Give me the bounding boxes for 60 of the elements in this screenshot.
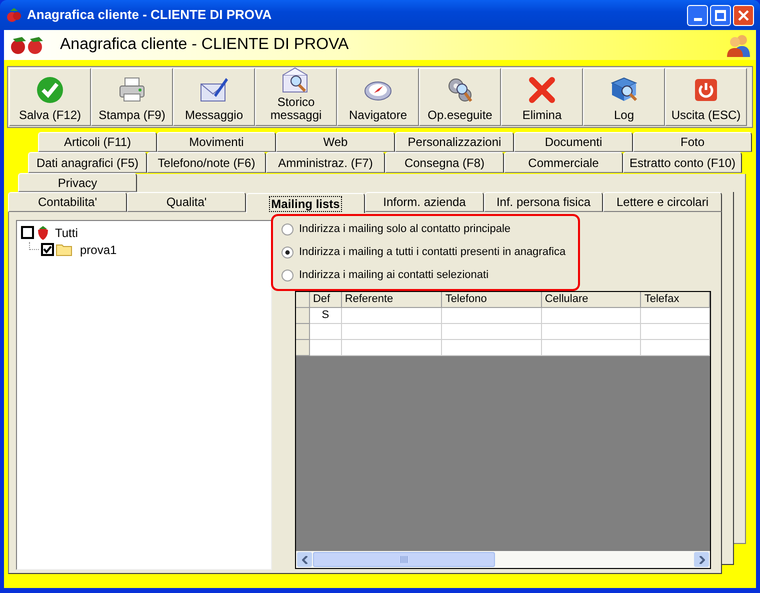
tree-item[interactable]: prova1: [80, 240, 117, 258]
tab[interactable]: Privacy: [18, 173, 137, 192]
toolbar-button[interactable]: Log: [583, 68, 665, 126]
app-icon: [6, 7, 22, 23]
tab[interactable]: Dati anagrafici (F5): [28, 152, 147, 173]
toolbar-button[interactable]: Stampa (F9): [91, 68, 173, 126]
radio-label[interactable]: Indirizza i mailing a tutti i contatti presenti in anagrafica: [299, 244, 566, 261]
toolbar-button[interactable]: Elimina: [501, 68, 583, 126]
tab[interactable]: Amministraz. (F7): [266, 152, 385, 173]
scroll-left-button[interactable]: [297, 552, 312, 567]
checkbox[interactable]: [21, 226, 34, 239]
close-icon: [738, 10, 749, 20]
tab[interactable]: Documenti: [514, 132, 633, 152]
toolbar-button[interactable]: Navigatore: [337, 68, 419, 126]
tab[interactable]: Commerciale: [504, 152, 623, 173]
tab[interactable]: Lettere e circolari: [603, 192, 722, 212]
toolbar-button[interactable]: Op.eseguite: [419, 68, 501, 126]
chevron-left-icon: [302, 556, 308, 564]
radio-button[interactable]: [281, 269, 294, 282]
radio-label[interactable]: Indirizza i mailing ai contatti selezionati: [299, 267, 489, 284]
tab[interactable]: Consegna (F8): [385, 152, 504, 173]
strawberry-icon: [36, 225, 50, 240]
close-button[interactable]: [733, 4, 754, 26]
radio-button[interactable]: [281, 223, 294, 236]
maximize-button[interactable]: [710, 4, 731, 26]
tab[interactable]: Inform. azienda: [365, 192, 484, 212]
users-icon: [726, 33, 752, 57]
checkbox[interactable]: [41, 243, 54, 256]
toolbar-button[interactable]: Salva (F12): [9, 68, 91, 126]
cross-icon: [527, 75, 557, 105]
chevron-right-icon: [698, 556, 704, 564]
window-title: Anagrafica cliente - CLIENTE DI PROVA: [27, 6, 273, 24]
tab[interactable]: Estratto conto (F10): [623, 152, 742, 173]
tab[interactable]: Foto: [633, 132, 752, 152]
scrollbar-thumb[interactable]: [313, 552, 495, 567]
radio-button[interactable]: [281, 246, 294, 259]
tree-item[interactable]: Tutti: [55, 224, 78, 242]
minimize-icon: [694, 18, 702, 20]
tab[interactable]: Contabilita': [8, 192, 127, 212]
tab[interactable]: Qualita': [127, 192, 246, 212]
check-circle-icon: [35, 75, 65, 105]
toolbar-button[interactable]: Messaggio: [173, 68, 255, 126]
tab[interactable]: Movimenti: [157, 132, 276, 152]
scroll-right-button[interactable]: [694, 552, 709, 567]
table-cell: [641, 340, 710, 356]
tab[interactable]: Web: [276, 132, 395, 152]
table-cell: [310, 340, 342, 356]
toolbar-button[interactable]: Storico messaggi: [255, 68, 337, 126]
maximize-icon: [715, 10, 726, 20]
tab[interactable]: Articoli (F11): [38, 132, 157, 152]
minimize-button[interactable]: [687, 4, 708, 26]
folder-icon: [56, 243, 72, 256]
tab[interactable]: Telefono/note (F6): [147, 152, 266, 173]
tab[interactable]: Mailing lists: [246, 193, 365, 213]
tab[interactable]: Inf. persona fisica: [484, 192, 603, 212]
radio-label[interactable]: Indirizza i mailing solo al contatto principale: [299, 221, 511, 238]
grip-icon: [400, 556, 408, 563]
header-title: Anagrafica cliente - CLIENTE DI PROVA: [60, 35, 350, 55]
toolbar-button[interactable]: Uscita (ESC): [665, 68, 747, 126]
tab[interactable]: Personalizzazioni: [395, 132, 514, 152]
